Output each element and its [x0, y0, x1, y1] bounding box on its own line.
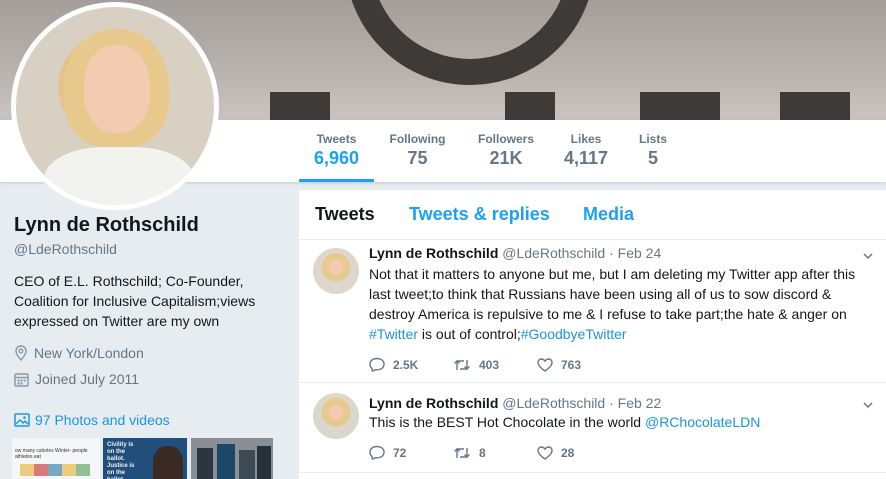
stat-label: Likes [570, 132, 602, 146]
tweet-text-mid: is out of control; [418, 326, 521, 342]
profile-name[interactable]: Lynn de Rothschild [14, 214, 284, 237]
tweet-header: Lynn de Rothschild @LdeRothschild · Feb … [369, 395, 661, 411]
stat-value: 5 [647, 148, 658, 168]
heart-icon [537, 445, 553, 460]
stat-tweets[interactable]: Tweets 6,960 [299, 120, 374, 182]
profile-bio: CEO of E.L. Rothschild; Co-Founder, Coal… [14, 273, 256, 329]
banner-graphic [640, 92, 720, 120]
thumbnail-graphic [153, 446, 183, 479]
banner-graphic [505, 92, 555, 120]
stat-value: 4,117 [563, 148, 609, 168]
stat-followers[interactable]: Followers 21K [470, 120, 542, 182]
media-thumbnail[interactable] [191, 438, 273, 479]
tweet-actions: 72 8 28 [369, 445, 621, 460]
profile-joined: Joined July 2011 [14, 371, 284, 387]
calendar-icon [14, 372, 29, 387]
tweet-text-main: Not that it matters to anyone but me, bu… [369, 266, 856, 322]
retweet-count: 8 [479, 445, 486, 460]
banner-graphic [345, 0, 595, 85]
tab-media[interactable]: Media [583, 204, 634, 225]
joined-text: Joined July 2011 [35, 371, 140, 387]
timeline-tabs: Tweets Tweets & replies Media [299, 190, 886, 240]
media-thumbnail[interactable]: ow many calories Winter- people athletes… [12, 438, 100, 479]
thumbnail-caption: Civility is on the ballot. Justice is on… [107, 442, 135, 479]
like-count: 763 [561, 357, 582, 372]
stat-label: Tweets [316, 132, 357, 146]
mention-link[interactable]: @RChocolateLDN [645, 414, 760, 430]
thumbnail-graphic [239, 450, 255, 479]
stat-value: 21K [489, 148, 523, 168]
tweet-text-main: This is the BEST Hot Chocolate in the wo… [369, 414, 645, 430]
reply-button[interactable]: 72 [369, 445, 453, 460]
stat-likes[interactable]: Likes 4,117 [555, 120, 617, 182]
tab-tweets[interactable]: Tweets [315, 204, 375, 225]
tweet-date[interactable]: · Feb 22 [609, 395, 661, 411]
tweet-date[interactable]: · Feb 24 [609, 245, 661, 261]
image-icon [14, 413, 30, 427]
tweet-author-name[interactable]: Lynn de Rothschild [369, 395, 498, 411]
stat-label: Following [389, 132, 446, 146]
thumbnail-graphic [197, 448, 213, 479]
stat-following[interactable]: Following 75 [380, 120, 455, 182]
stat-value: 6,960 [313, 148, 360, 168]
location-text: New York/London [34, 345, 144, 361]
thumbnail-graphic [217, 444, 235, 479]
retweet-icon [454, 447, 470, 458]
banner-graphic [780, 92, 850, 120]
tweet-avatar[interactable] [313, 248, 359, 294]
tweet-author-handle[interactable]: @LdeRothschild [502, 395, 605, 411]
reply-count: 72 [393, 445, 407, 460]
retweet-button[interactable]: 8 [453, 445, 537, 460]
like-button[interactable]: 763 [537, 357, 621, 372]
media-thumbnail[interactable]: Civility is on the ballot. Justice is on… [103, 438, 187, 479]
tweet-author-handle[interactable]: @LdeRothschild [502, 245, 605, 261]
profile-avatar[interactable] [11, 2, 219, 210]
like-count: 28 [561, 445, 575, 460]
stat-label: Lists [638, 132, 667, 146]
timeline: Tweets Tweets & replies Media Lynn de Ro… [299, 190, 886, 479]
photos-videos-label: 97 Photos and videos [35, 412, 170, 428]
thumbnail-graphic [20, 464, 90, 476]
location-pin-icon [15, 345, 27, 361]
like-button[interactable]: 28 [537, 445, 621, 460]
chevron-down-icon[interactable] [862, 399, 874, 411]
retweet-icon [454, 359, 470, 370]
stat-value: 75 [407, 148, 428, 168]
tweet[interactable]: Lynn de Rothschild @LdeRothschild · Feb … [299, 240, 886, 383]
hashtag-link[interactable]: #Twitter [369, 326, 418, 342]
tweet-author-name[interactable]: Lynn de Rothschild [369, 245, 498, 261]
stat-lists[interactable]: Lists 5 [630, 120, 676, 182]
thumbnail-graphic [257, 446, 271, 479]
photos-videos-link[interactable]: 97 Photos and videos [14, 412, 170, 428]
thumbnail-caption: ow many calories Winter- people athletes… [15, 448, 88, 460]
tweet-actions: 2.5K 403 763 [369, 357, 621, 372]
stat-label: Followers [477, 132, 534, 146]
banner-graphic [270, 92, 330, 120]
tweet-text: This is the BEST Hot Chocolate in the wo… [369, 412, 874, 432]
reply-count: 2.5K [393, 357, 419, 372]
hashtag-link[interactable]: #GoodbyeTwitter [521, 326, 627, 342]
profile-card: Lynn de Rothschild @LdeRothschild CEO of… [14, 214, 284, 387]
reply-icon [369, 445, 385, 460]
avatar-shirt [44, 147, 194, 205]
chevron-down-icon[interactable] [862, 250, 874, 262]
tweet-header: Lynn de Rothschild @LdeRothschild · Feb … [369, 245, 661, 261]
retweet-button[interactable]: 403 [453, 357, 537, 372]
reply-icon [369, 357, 385, 372]
avatar-face [84, 45, 150, 133]
profile-location: New York/London [14, 345, 284, 361]
tweet-avatar[interactable] [313, 393, 359, 439]
profile-handle[interactable]: @LdeRothschild [14, 241, 284, 257]
retweet-count: 403 [479, 357, 500, 372]
tweet[interactable]: Lynn de Rothschild @LdeRothschild · Feb … [299, 383, 886, 473]
heart-icon [537, 357, 553, 372]
tweet-text: Not that it matters to anyone but me, bu… [369, 264, 874, 344]
tab-tweets-replies[interactable]: Tweets & replies [409, 204, 550, 225]
reply-button[interactable]: 2.5K [369, 357, 453, 372]
